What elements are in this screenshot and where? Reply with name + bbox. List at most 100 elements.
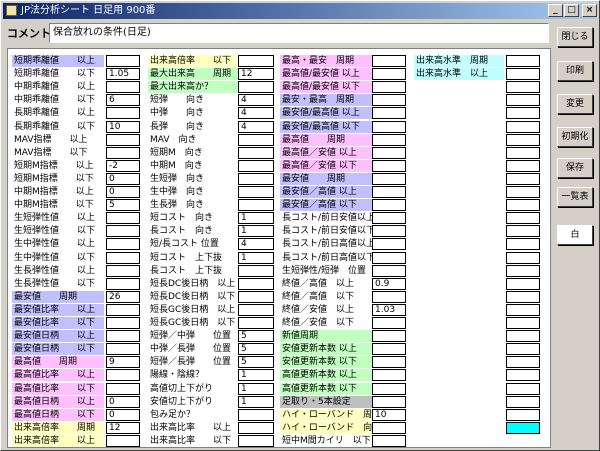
condition-value-input[interactable]: 0 bbox=[106, 186, 140, 198]
condition-value-input[interactable]: 1 bbox=[238, 225, 274, 238]
window-close-button[interactable]: × bbox=[582, 4, 597, 17]
condition-value-input[interactable]: 5 bbox=[106, 199, 140, 212]
condition-value-input[interactable] bbox=[372, 317, 406, 329]
condition-value-input[interactable]: 4 bbox=[238, 107, 274, 120]
condition-value-input[interactable] bbox=[506, 159, 540, 172]
condition-value-input[interactable] bbox=[238, 199, 274, 212]
condition-value-input[interactable] bbox=[506, 356, 540, 369]
condition-value-input[interactable] bbox=[238, 159, 274, 172]
condition-value-input[interactable] bbox=[372, 94, 406, 107]
condition-value-input[interactable] bbox=[506, 408, 540, 421]
condition-value-input[interactable]: 1.03 bbox=[372, 303, 406, 316]
condition-value-input[interactable]: 6 bbox=[106, 94, 140, 107]
condition-value-input[interactable] bbox=[106, 369, 140, 382]
condition-value-input[interactable] bbox=[238, 133, 274, 146]
condition-value-input[interactable] bbox=[506, 382, 540, 395]
condition-value-input[interactable] bbox=[238, 186, 274, 198]
condition-value-input[interactable] bbox=[106, 277, 140, 290]
condition-value-input[interactable] bbox=[372, 172, 406, 185]
condition-value-input[interactable] bbox=[106, 264, 140, 277]
condition-value-input[interactable] bbox=[238, 408, 274, 421]
condition-value-input[interactable] bbox=[106, 55, 140, 67]
condition-value-input[interactable]: 1 bbox=[238, 212, 274, 225]
condition-value-input[interactable] bbox=[506, 369, 540, 382]
condition-value-input[interactable]: 0 bbox=[106, 395, 140, 408]
condition-value-input[interactable] bbox=[238, 434, 274, 447]
condition-value-input[interactable] bbox=[506, 290, 540, 303]
condition-value-input[interactable] bbox=[372, 146, 406, 159]
condition-value-input[interactable] bbox=[238, 303, 274, 316]
condition-value-input[interactable] bbox=[238, 146, 274, 159]
condition-value-input[interactable] bbox=[372, 395, 406, 408]
condition-value-input[interactable] bbox=[506, 251, 540, 264]
close-button[interactable]: 閉じる bbox=[557, 27, 593, 47]
condition-value-input[interactable] bbox=[238, 277, 274, 290]
condition-value-input[interactable] bbox=[372, 225, 406, 238]
condition-value-input[interactable] bbox=[506, 120, 540, 133]
initialize-button[interactable]: 初期化 bbox=[557, 127, 593, 147]
condition-value-input[interactable]: 5 bbox=[238, 343, 274, 356]
condition-value-input[interactable] bbox=[506, 81, 540, 94]
condition-value-input[interactable] bbox=[372, 212, 406, 225]
condition-value-input[interactable] bbox=[506, 421, 540, 434]
condition-value-input[interactable] bbox=[506, 146, 540, 159]
condition-value-input[interactable] bbox=[506, 330, 540, 343]
condition-value-input[interactable] bbox=[372, 343, 406, 356]
condition-value-input[interactable] bbox=[506, 225, 540, 238]
condition-value-input[interactable] bbox=[106, 317, 140, 329]
condition-value-input[interactable] bbox=[372, 199, 406, 212]
condition-value-input[interactable] bbox=[106, 330, 140, 343]
condition-value-input[interactable] bbox=[238, 264, 274, 277]
condition-value-input[interactable]: 4 bbox=[238, 120, 274, 133]
condition-value-input[interactable] bbox=[372, 120, 406, 133]
condition-value-input[interactable]: 1 bbox=[238, 251, 274, 264]
condition-value-input[interactable]: 12 bbox=[106, 421, 140, 434]
condition-value-input[interactable]: 1 bbox=[238, 382, 274, 395]
condition-value-input[interactable] bbox=[506, 172, 540, 185]
condition-value-input[interactable]: 9 bbox=[106, 356, 140, 369]
condition-value-input[interactable] bbox=[372, 159, 406, 172]
condition-value-input[interactable] bbox=[106, 146, 140, 159]
change-button[interactable]: 変更 bbox=[557, 94, 593, 114]
condition-value-input[interactable] bbox=[372, 68, 406, 81]
condition-value-input[interactable] bbox=[372, 356, 406, 369]
condition-value-input[interactable]: 5 bbox=[238, 330, 274, 343]
condition-value-input[interactable] bbox=[238, 81, 274, 94]
condition-value-input[interactable] bbox=[372, 434, 406, 447]
condition-value-input[interactable] bbox=[106, 382, 140, 395]
condition-value-input[interactable]: 0 bbox=[106, 408, 140, 421]
condition-value-input[interactable] bbox=[372, 251, 406, 264]
condition-value-input[interactable] bbox=[106, 107, 140, 120]
condition-value-input[interactable]: 0.9 bbox=[372, 277, 406, 290]
condition-value-input[interactable] bbox=[238, 172, 274, 185]
condition-value-input[interactable]: 26 bbox=[106, 290, 140, 303]
condition-value-input[interactable] bbox=[506, 317, 540, 329]
comment-field[interactable]: 保合放れの条件(日足) bbox=[49, 23, 549, 43]
condition-value-input[interactable] bbox=[372, 186, 406, 198]
condition-value-input[interactable]: 1 bbox=[238, 369, 274, 382]
condition-value-input[interactable]: 4 bbox=[238, 238, 274, 251]
title-bar[interactable]: JP法分析シート 日足用 900番 bbox=[3, 3, 597, 19]
condition-value-input[interactable]: 12 bbox=[238, 68, 274, 81]
condition-value-input[interactable]: 10 bbox=[106, 120, 140, 133]
condition-value-input[interactable] bbox=[372, 133, 406, 146]
condition-value-input[interactable] bbox=[506, 107, 540, 120]
condition-value-input[interactable] bbox=[506, 94, 540, 107]
condition-value-input[interactable] bbox=[372, 330, 406, 343]
condition-value-input[interactable] bbox=[372, 421, 406, 434]
condition-value-input[interactable] bbox=[506, 277, 540, 290]
condition-value-input[interactable]: 1.05 bbox=[106, 68, 140, 81]
condition-value-input[interactable] bbox=[372, 369, 406, 382]
condition-value-input[interactable] bbox=[506, 133, 540, 146]
print-button[interactable]: 印刷 bbox=[557, 61, 593, 81]
condition-value-input[interactable] bbox=[506, 199, 540, 212]
condition-value-input[interactable] bbox=[506, 186, 540, 198]
condition-value-input[interactable] bbox=[506, 212, 540, 225]
condition-value-input[interactable] bbox=[506, 264, 540, 277]
condition-value-input[interactable] bbox=[506, 303, 540, 316]
white-button[interactable]: 白 bbox=[557, 225, 593, 245]
condition-value-input[interactable] bbox=[506, 68, 540, 81]
condition-value-input[interactable] bbox=[506, 343, 540, 356]
condition-value-input[interactable] bbox=[106, 225, 140, 238]
condition-value-input[interactable] bbox=[372, 55, 406, 67]
